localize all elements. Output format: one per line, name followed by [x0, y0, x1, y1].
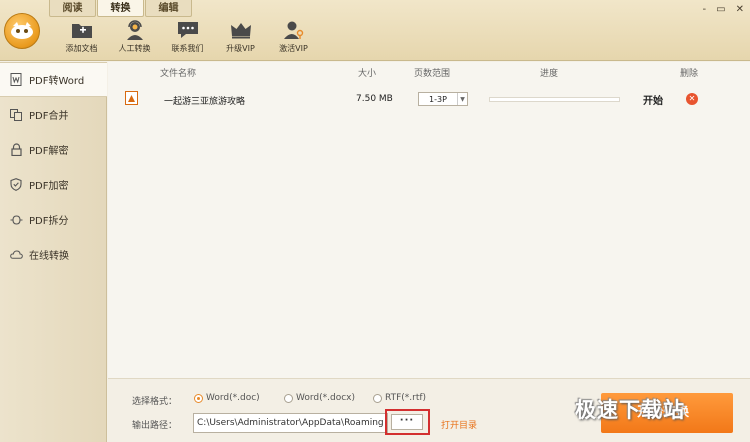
sidebar-item-pdf-split[interactable]: PDF拆分 — [0, 202, 106, 237]
activate-vip-button[interactable]: 激活VIP — [267, 19, 320, 59]
chevron-down-icon: ▼ — [457, 93, 467, 105]
delete-icon[interactable]: ✕ — [686, 93, 698, 105]
browse-button[interactable]: ··· — [391, 414, 423, 430]
format-label: 选择格式： — [132, 397, 178, 407]
sidebar-item-label: PDF加密 — [29, 181, 69, 192]
folder-add-icon — [70, 19, 94, 41]
manual-convert-button[interactable]: 人工转换 — [108, 19, 161, 59]
output-path-input[interactable]: C:\Users\Administrator\AppData\Roaming — [193, 413, 388, 433]
upgrade-vip-label: 升级VIP — [226, 44, 255, 53]
sidebar-item-pdf-decrypt[interactable]: PDF解密 — [0, 132, 106, 167]
activate-vip-label: 激活VIP — [279, 44, 308, 53]
sidebar-item-pdf-encrypt[interactable]: PDF加密 — [0, 167, 106, 202]
radio-dot — [284, 393, 293, 403]
format-radio-label: Word(*.docx) — [296, 393, 356, 403]
app-logo-icon — [4, 13, 40, 49]
upgrade-vip-button[interactable]: 升级VIP — [214, 19, 267, 59]
radio-dot — [373, 393, 382, 403]
contact-us-label: 联系我们 — [171, 44, 204, 53]
tab-convert[interactable]: 转换 — [97, 0, 144, 17]
pdf-file-icon — [125, 91, 138, 105]
lock-icon — [9, 143, 23, 157]
format-radio-label: RTF(*.rtf) — [385, 393, 427, 403]
format-radio-rtf[interactable]: RTF(*.rtf) — [373, 393, 426, 403]
column-header-page-range: 页数范围 — [414, 69, 451, 79]
radio-dot — [194, 393, 203, 403]
open-directory-link[interactable]: 打开目录 — [441, 418, 477, 431]
minimize-button[interactable]: - — [703, 4, 707, 16]
progress-bar — [489, 97, 620, 102]
file-size: 7.50 MB — [356, 94, 393, 104]
close-button[interactable]: ✕ — [736, 4, 744, 16]
page-range-value: 1-3P — [429, 94, 447, 104]
sidebar-item-label: 在线转换 — [29, 251, 69, 262]
manual-convert-label: 人工转换 — [118, 44, 151, 53]
format-radio-doc[interactable]: Word(*.doc) — [194, 393, 260, 403]
top-bar: 阅读 转换 编辑 添加文档 人工转换 联系我们 升级VIP 激活VIP - ▭ … — [0, 0, 750, 61]
sidebar-item-pdf-merge[interactable]: PDF合并 — [0, 97, 106, 132]
sidebar-item-pdf-to-word[interactable]: PDF转Word — [0, 62, 107, 97]
column-header-filename: 文件名称 — [160, 69, 197, 79]
add-document-label: 添加文档 — [65, 44, 98, 53]
sidebar-item-online-convert[interactable]: 在线转换 — [0, 237, 106, 272]
sidebar-item-label: PDF转Word — [29, 76, 85, 87]
sidebar-item-label: PDF拆分 — [29, 216, 69, 227]
merge-icon — [9, 108, 23, 122]
column-header-delete: 删除 — [680, 69, 699, 79]
add-document-button[interactable]: 添加文档 — [55, 19, 108, 59]
browse-highlight-box: ··· — [385, 409, 430, 435]
sidebar-item-label: PDF解密 — [29, 146, 69, 157]
shield-icon — [9, 178, 23, 192]
format-radio-label: Word(*.doc) — [206, 393, 260, 403]
file-name: 一起游三亚旅游攻略 — [164, 97, 246, 107]
tab-read[interactable]: 阅读 — [49, 0, 96, 17]
contact-us-button[interactable]: 联系我们 — [161, 19, 214, 59]
sidebar-item-label: PDF合并 — [29, 111, 69, 122]
table-header: 文件名称 大小 页数范围 进度 删除 — [108, 62, 750, 80]
word-doc-icon — [9, 73, 23, 87]
cloud-icon — [9, 248, 23, 262]
crown-icon — [229, 19, 253, 41]
maximize-button[interactable]: ▭ — [716, 4, 725, 16]
column-header-size: 大小 — [358, 69, 377, 79]
sidebar: PDF转Word PDF合并 PDF解密 PDF加密 PDF拆分 在线转换 — [0, 62, 107, 442]
chat-icon — [176, 19, 200, 41]
split-icon — [9, 213, 23, 227]
window-controls: - ▭ ✕ — [703, 4, 744, 16]
user-key-icon — [282, 19, 306, 41]
column-header-progress: 进度 — [540, 69, 559, 79]
output-path-label: 输出路径： — [132, 421, 178, 431]
format-radio-docx[interactable]: Word(*.docx) — [284, 393, 355, 403]
start-row-button[interactable]: 开始 — [643, 92, 663, 107]
watermark: 极速下载站 — [575, 398, 685, 422]
toolbar: 添加文档 人工转换 联系我们 升级VIP 激活VIP — [55, 19, 320, 59]
support-agent-icon — [123, 19, 147, 41]
tab-bar: 阅读 转换 编辑 — [49, 0, 193, 17]
tab-edit[interactable]: 编辑 — [145, 0, 192, 17]
table-row[interactable]: 一起游三亚旅游攻略 7.50 MB 1-3P ▼ 开始 ✕ — [108, 86, 750, 112]
page-range-select[interactable]: 1-3P ▼ — [418, 92, 468, 106]
